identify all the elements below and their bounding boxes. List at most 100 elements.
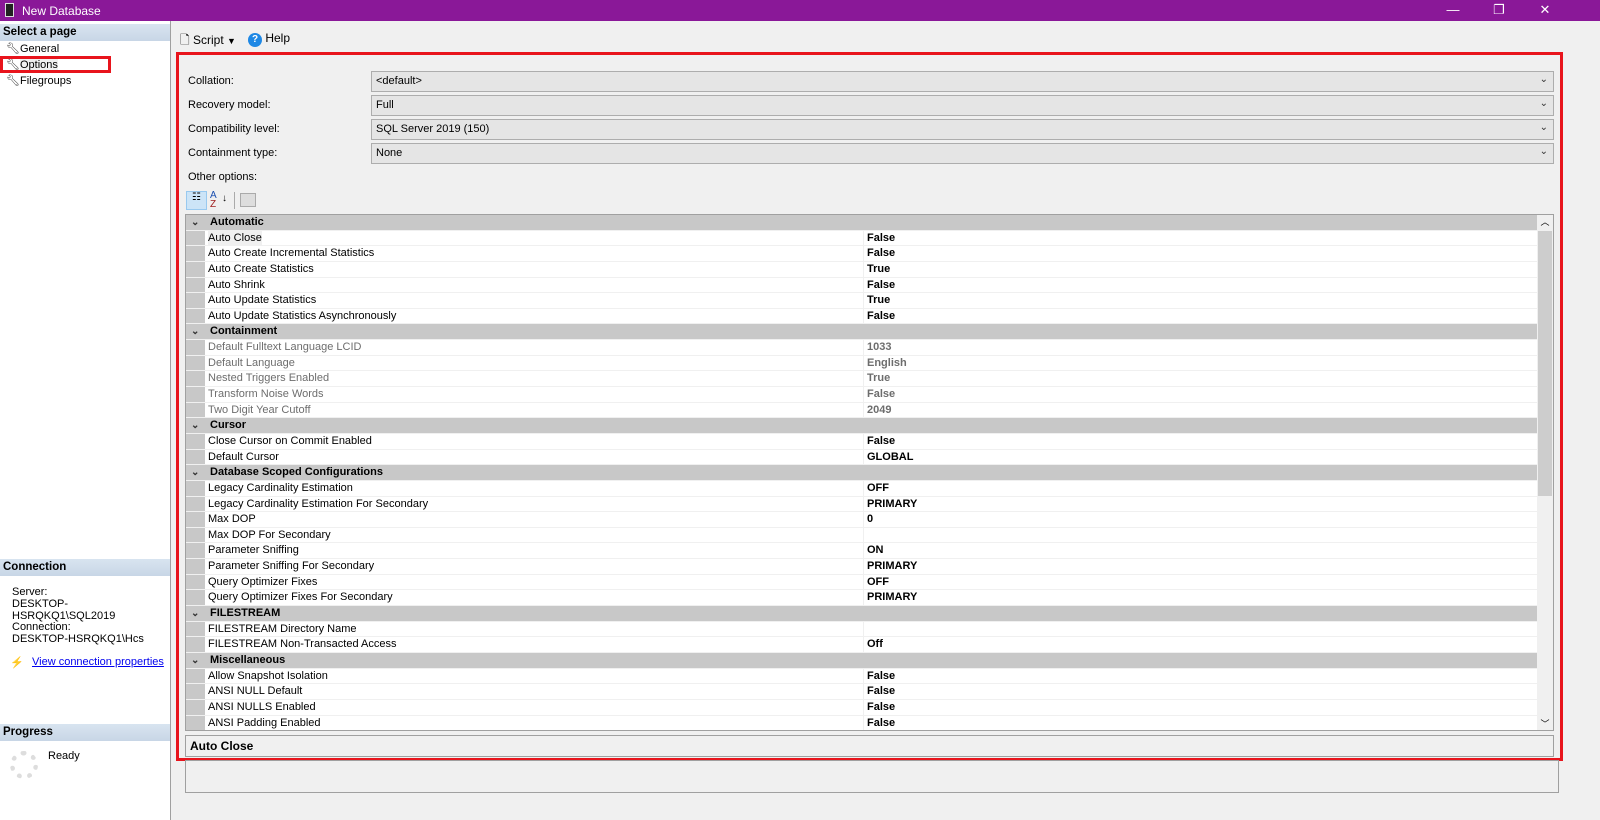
property-row[interactable]: Default Cursor GLOBAL <box>186 449 1539 466</box>
property-value[interactable]: False <box>863 433 1539 449</box>
property-row[interactable]: Auto Shrink False <box>186 277 1539 294</box>
restore-button[interactable]: ❐ <box>1476 0 1522 21</box>
minimize-button[interactable]: — <box>1430 0 1476 21</box>
category-row[interactable]: ⌄ Database Scoped Configurations <box>186 465 1539 481</box>
property-value[interactable]: True <box>863 371 1539 387</box>
collapse-chevron-icon[interactable]: ⌄ <box>191 606 199 622</box>
property-value[interactable]: PRIMARY <box>863 496 1539 512</box>
property-pages-button[interactable] <box>240 193 256 207</box>
property-row[interactable]: Transform Noise Words False <box>186 387 1539 403</box>
property-row[interactable]: FILESTREAM Non-Transacted Access Off <box>186 637 1539 653</box>
recovery-model-select[interactable]: Full ⌄ <box>371 95 1554 116</box>
property-value[interactable]: True <box>863 293 1539 308</box>
property-value[interactable]: PRIMARY <box>863 559 1539 574</box>
property-row[interactable]: Auto Create Statistics True <box>186 261 1539 278</box>
property-row[interactable]: ANSI NULL Default False <box>186 684 1539 700</box>
row-gutter <box>186 230 205 246</box>
select-page-header: Select a page <box>0 24 170 41</box>
property-value[interactable]: False <box>863 684 1539 699</box>
property-row[interactable]: Max DOP 0 <box>186 512 1539 528</box>
property-row[interactable]: Query Optimizer Fixes OFF <box>186 574 1539 591</box>
row-gutter <box>186 340 205 355</box>
category-row[interactable]: ⌄ Containment <box>186 324 1539 341</box>
property-value[interactable]: False <box>863 277 1539 293</box>
property-value[interactable]: ON <box>863 543 1539 559</box>
containment-type-select[interactable]: None ⌄ <box>371 143 1554 164</box>
property-row[interactable]: Auto Create Incremental Statistics False <box>186 246 1539 262</box>
property-row[interactable]: ANSI NULLS Enabled False <box>186 699 1539 716</box>
property-value[interactable]: 1033 <box>863 340 1539 355</box>
property-value[interactable]: 0 <box>863 512 1539 527</box>
property-name: Auto Shrink <box>208 278 265 291</box>
property-value[interactable]: Off <box>863 637 1539 652</box>
property-row[interactable]: Allow Snapshot Isolation False <box>186 668 1539 685</box>
property-row[interactable]: Two Digit Year Cutoff 2049 <box>186 402 1539 419</box>
property-value[interactable]: False <box>863 668 1539 684</box>
property-row[interactable]: Auto Close False <box>186 230 1539 247</box>
property-row[interactable]: Max DOP For Secondary <box>186 527 1539 544</box>
property-value[interactable]: False <box>863 699 1539 715</box>
property-name: Parameter Sniffing For Secondary <box>208 560 375 573</box>
property-value[interactable]: PRIMARY <box>863 590 1539 606</box>
property-value[interactable]: 2049 <box>863 402 1539 418</box>
property-row[interactable]: Query Optimizer Fixes For Secondary PRIMA… <box>186 590 1539 607</box>
collapse-chevron-icon[interactable]: ⌄ <box>191 418 199 434</box>
property-value[interactable]: OFF <box>863 574 1539 590</box>
property-value[interactable]: English <box>863 355 1539 371</box>
sort-alphabetical-button[interactable]: A Z ↓ <box>210 191 230 210</box>
collation-select[interactable]: <default> ⌄ <box>371 71 1554 92</box>
property-value[interactable]: False <box>863 230 1539 246</box>
property-grid[interactable]: ⌄ Automatic Auto Close False Auto Create Inc… <box>185 214 1554 731</box>
compatibility-level-select[interactable]: SQL Server 2019 (150) ⌄ <box>371 119 1554 140</box>
category-row[interactable]: ⌄ Cursor <box>186 418 1539 434</box>
category-row[interactable]: ⌄ Miscellaneous <box>186 652 1539 669</box>
property-value[interactable] <box>863 527 1539 543</box>
scroll-thumb[interactable] <box>1538 231 1552 496</box>
property-row[interactable]: Parameter Sniffing ON <box>186 543 1539 560</box>
property-row[interactable]: Close Cursor on Commit Enabled False <box>186 433 1539 450</box>
property-row[interactable]: Default Language English <box>186 355 1539 372</box>
scroll-down-icon[interactable]: ﹀ <box>1537 717 1553 730</box>
nav-filegroups[interactable]: 🔧︎Filegroups <box>6 73 71 89</box>
property-row[interactable]: Nested Triggers Enabled True <box>186 371 1539 388</box>
property-row[interactable]: Legacy Cardinality Estimation OFF <box>186 480 1539 497</box>
property-name: Default Fulltext Language LCID <box>208 341 362 354</box>
row-gutter <box>186 684 205 699</box>
property-row[interactable]: Parameter Sniffing For Secondary PRIMARY <box>186 559 1539 575</box>
property-value[interactable]: GLOBAL <box>863 449 1539 465</box>
category-row[interactable]: ⌄ FILESTREAM <box>186 606 1539 622</box>
title-bar: New Database — ❐ ✕ <box>0 0 1600 21</box>
category-label: Database Scoped Configurations <box>210 466 383 479</box>
property-name: Max DOP For Secondary <box>208 528 331 541</box>
collapse-chevron-icon[interactable]: ⌄ <box>191 465 199 481</box>
categorized-button[interactable]: ☷ <box>186 191 207 210</box>
chevron-down-icon: ⌄ <box>1539 98 1548 109</box>
help-icon: ? <box>248 33 262 47</box>
property-value[interactable]: True <box>863 261 1539 277</box>
close-button[interactable]: ✕ <box>1522 0 1568 21</box>
property-row[interactable]: Legacy Cardinality Estimation For Second… <box>186 496 1539 513</box>
nav-general[interactable]: 🔧︎General <box>6 41 59 57</box>
containment-value: None <box>376 147 403 159</box>
property-row[interactable]: FILESTREAM Directory Name <box>186 621 1539 638</box>
vertical-scrollbar[interactable]: ︿ ﹀ <box>1537 215 1553 730</box>
collapse-chevron-icon[interactable]: ⌄ <box>191 324 199 340</box>
property-value[interactable]: OFF <box>863 480 1539 496</box>
script-button[interactable]: 🗋︎ Script ▼ <box>180 31 236 52</box>
property-value[interactable]: False <box>863 715 1539 730</box>
property-row[interactable]: Default Fulltext Language LCID 1033 <box>186 340 1539 356</box>
help-button[interactable]: ? Help <box>248 31 290 47</box>
view-connection-properties-link[interactable]: View connection properties <box>32 656 164 668</box>
category-label: Cursor <box>210 419 247 432</box>
property-value[interactable]: False <box>863 308 1539 324</box>
property-row[interactable]: Auto Update Statistics Asynchronously Fal… <box>186 308 1539 325</box>
scroll-up-icon[interactable]: ︿ <box>1537 215 1553 228</box>
collapse-chevron-icon[interactable]: ⌄ <box>191 215 199 231</box>
property-value[interactable]: False <box>863 246 1539 261</box>
collapse-chevron-icon[interactable]: ⌄ <box>191 653 199 669</box>
property-row[interactable]: ANSI Padding Enabled False <box>186 715 1539 730</box>
property-value[interactable] <box>863 621 1539 637</box>
category-row[interactable]: ⌄ Automatic <box>186 215 1539 231</box>
property-value[interactable]: False <box>863 387 1539 402</box>
property-row[interactable]: Auto Update Statistics True <box>186 293 1539 309</box>
